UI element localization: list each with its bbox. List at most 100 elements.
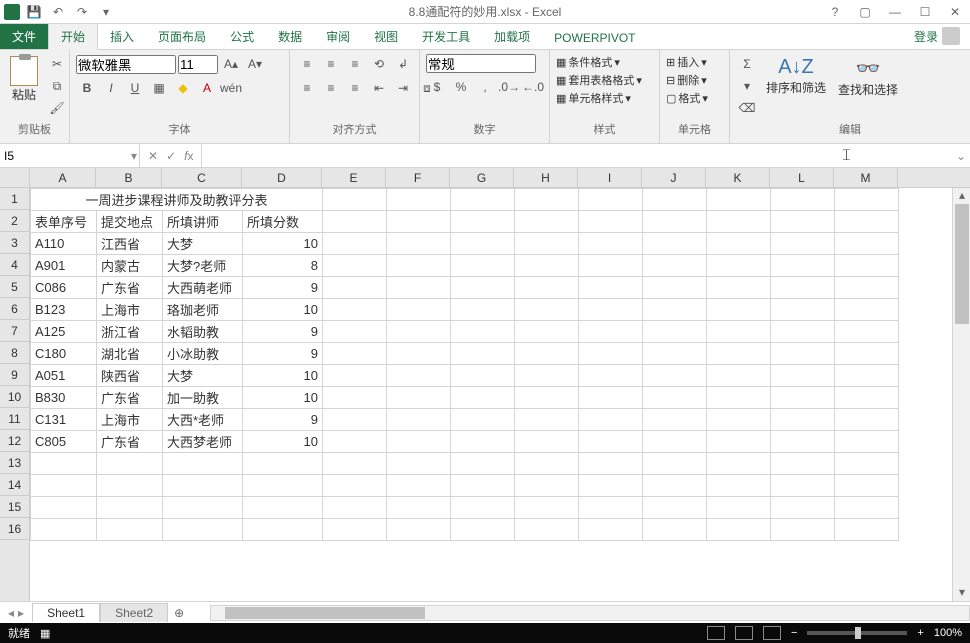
data-cell[interactable]: 珞珈老师 [163,299,243,321]
close-button[interactable]: ✕ [940,0,970,24]
comma-button[interactable]: , [474,77,496,97]
row-header-13[interactable]: 13 [0,452,29,474]
data-cell[interactable]: 8 [243,255,323,277]
percent-button[interactable]: % [450,77,472,97]
row-header-15[interactable]: 15 [0,496,29,518]
increase-font-button[interactable]: A▴ [220,54,242,74]
data-cell[interactable]: 加一助教 [163,387,243,409]
data-cell[interactable]: C805 [31,431,97,453]
zoom-out-button[interactable]: − [791,627,797,639]
page-break-view-button[interactable] [763,626,781,640]
row-header-11[interactable]: 11 [0,408,29,430]
font-color-button[interactable]: A [196,78,218,98]
align-middle-button[interactable]: ≡ [320,54,342,74]
name-box[interactable]: ▾ [0,144,140,167]
zoom-in-button[interactable]: + [917,627,923,639]
horizontal-scrollbar[interactable] [210,605,970,621]
format-as-table-button[interactable]: ▦ 套用表格格式 ▾ [556,72,642,88]
data-cell[interactable]: 10 [243,299,323,321]
data-cell[interactable]: 大梦 [163,365,243,387]
align-bottom-button[interactable]: ≡ [344,54,366,74]
column-header-J[interactable]: J [642,168,706,187]
row-header-1[interactable]: 1 [0,188,29,210]
expand-formula-bar-button[interactable]: ⌄ [952,144,970,167]
font-size-combo[interactable] [178,55,218,74]
sheet-nav-next[interactable]: ▸ [18,606,24,620]
data-cell[interactable]: 江西省 [97,233,163,255]
cell-styles-button[interactable]: ▦ 单元格样式 ▾ [556,90,631,106]
font-name-combo[interactable] [76,55,176,74]
row-header-6[interactable]: 6 [0,298,29,320]
data-cell[interactable]: 9 [243,321,323,343]
accounting-button[interactable]: $ [426,77,448,97]
vscroll-thumb[interactable] [955,204,969,324]
data-cell[interactable]: 9 [243,343,323,365]
data-cell[interactable]: B123 [31,299,97,321]
ribbon-options-button[interactable]: ▢ [850,0,880,24]
row-header-8[interactable]: 8 [0,342,29,364]
data-cell[interactable]: C180 [31,343,97,365]
orientation-button[interactable]: ⟲ [368,54,390,74]
vertical-scrollbar[interactable]: ▴ ▾ [952,188,970,601]
wrap-text-button[interactable]: ↲ [392,54,414,74]
sheet-nav-prev[interactable]: ◂ [8,606,14,620]
decrease-font-button[interactable]: A▾ [244,54,266,74]
header-cell[interactable]: 表单序号 [31,211,97,233]
copy-button[interactable]: ⧉ [46,76,68,96]
ribbon-tab-视图[interactable]: 视图 [362,24,410,49]
header-cell[interactable]: 所填分数 [243,211,323,233]
row-header-14[interactable]: 14 [0,474,29,496]
save-button[interactable]: 💾 [24,2,44,22]
cut-button[interactable]: ✂ [46,54,68,74]
qat-more[interactable]: ▾ [96,2,116,22]
data-cell[interactable]: 广东省 [97,277,163,299]
sheet-tab-sheet1[interactable]: Sheet1 [32,603,100,622]
data-cell[interactable]: C086 [31,277,97,299]
increase-indent-button[interactable]: ⇥ [392,78,414,98]
data-cell[interactable]: 10 [243,387,323,409]
data-cell[interactable]: B830 [31,387,97,409]
data-cell[interactable]: C131 [31,409,97,431]
row-header-16[interactable]: 16 [0,518,29,540]
row-header-12[interactable]: 12 [0,430,29,452]
ribbon-tab-插入[interactable]: 插入 [98,24,146,49]
data-cell[interactable]: 水韬助教 [163,321,243,343]
zoom-level[interactable]: 100% [934,627,962,639]
data-cell[interactable]: 10 [243,431,323,453]
column-header-F[interactable]: F [386,168,450,187]
data-cell[interactable]: 广东省 [97,387,163,409]
ribbon-tab-开发工具[interactable]: 开发工具 [410,24,482,49]
data-cell[interactable]: A051 [31,365,97,387]
formula-input[interactable]: 𝙸 [202,144,952,167]
paste-button[interactable]: 粘贴 [6,54,42,105]
data-cell[interactable]: 大西梦老师 [163,431,243,453]
row-header-7[interactable]: 7 [0,320,29,342]
data-cell[interactable]: 大梦 [163,233,243,255]
maximize-button[interactable]: ☐ [910,0,940,24]
data-cell[interactable]: 大西*老师 [163,409,243,431]
data-cell[interactable]: 浙江省 [97,321,163,343]
ribbon-tab-数据[interactable]: 数据 [266,24,314,49]
data-cell[interactable]: 10 [243,365,323,387]
ribbon-tab-powerpivot[interactable]: POWERPIVOT [542,27,647,49]
macro-record-icon[interactable]: ▦ [40,627,50,640]
ribbon-tab-开始[interactable]: 开始 [48,23,98,50]
decrease-decimal-button[interactable]: ←.0 [522,77,544,97]
zoom-slider[interactable] [807,631,907,635]
align-right-button[interactable]: ≡ [344,78,366,98]
column-header-M[interactable]: M [834,168,898,187]
header-cell[interactable]: 所填讲师 [163,211,243,233]
autosum-button[interactable]: Σ [736,54,758,74]
data-cell[interactable]: 内蒙古 [97,255,163,277]
data-cell[interactable]: A110 [31,233,97,255]
clear-button[interactable]: ⌫ [736,98,758,118]
login-button[interactable]: 登录 [904,23,970,49]
align-left-button[interactable]: ≡ [296,78,318,98]
normal-view-button[interactable] [707,626,725,640]
zoom-thumb[interactable] [855,627,861,639]
ribbon-tab-页面布局[interactable]: 页面布局 [146,24,218,49]
row-header-3[interactable]: 3 [0,232,29,254]
data-cell[interactable]: 大西萌老师 [163,277,243,299]
scroll-down-icon[interactable]: ▾ [953,585,970,601]
header-cell[interactable]: 提交地点 [97,211,163,233]
